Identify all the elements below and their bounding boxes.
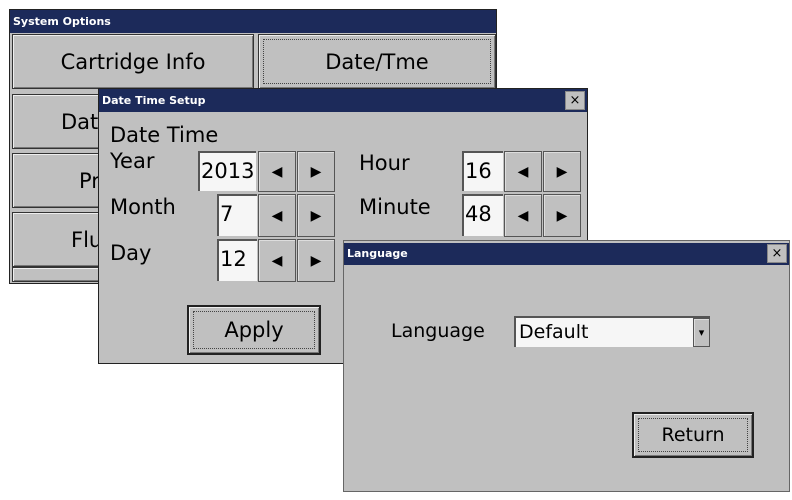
month-increment-button[interactable]: ▶ [297, 194, 335, 237]
day-decrement-button[interactable]: ◀ [258, 239, 296, 282]
minute-decrement-button[interactable]: ◀ [504, 194, 542, 237]
language-select[interactable]: Default ▾ [514, 316, 710, 347]
pr-button-label: Pr [79, 168, 100, 193]
minute-increment-button[interactable]: ▶ [543, 194, 581, 237]
system-options-title: System Options [10, 10, 496, 33]
language-selected-value: Default [519, 321, 589, 343]
year-decrement-button[interactable]: ◀ [258, 151, 296, 192]
chevron-down-icon[interactable]: ▾ [693, 318, 710, 347]
day-input[interactable]: 12 [217, 239, 257, 281]
language-title: Language × [344, 243, 789, 265]
month-input[interactable]: 7 [217, 194, 257, 236]
minute-input[interactable]: 48 [462, 194, 503, 236]
date-time-button[interactable]: Date/Tme [258, 34, 496, 89]
language-window: Language × Language Default ▾ Return [343, 240, 790, 492]
title-text: Date Time Setup [102, 94, 206, 107]
language-label: Language [391, 320, 485, 342]
date-time-setup-title: Date Time Setup × [99, 89, 587, 112]
year-increment-button[interactable]: ▶ [297, 151, 335, 192]
title-text: Language [347, 247, 408, 260]
year-input[interactable]: 2013 [198, 151, 256, 191]
hour-label: Hour [359, 151, 410, 175]
return-button[interactable]: Return [632, 412, 754, 458]
cartridge-info-button[interactable]: Cartridge Info [12, 34, 254, 89]
hour-increment-button[interactable]: ▶ [543, 151, 581, 192]
minute-label: Minute [359, 195, 431, 219]
close-icon[interactable]: × [767, 244, 787, 263]
month-decrement-button[interactable]: ◀ [258, 194, 296, 237]
date-time-heading: Date Time [110, 123, 219, 147]
year-label: Year [110, 149, 155, 173]
day-label: Day [110, 241, 152, 265]
hour-input[interactable]: 16 [462, 151, 503, 191]
apply-button[interactable]: Apply [187, 305, 321, 355]
hour-decrement-button[interactable]: ◀ [504, 151, 542, 192]
month-label: Month [110, 195, 176, 219]
close-icon[interactable]: × [565, 91, 585, 110]
day-increment-button[interactable]: ▶ [297, 239, 335, 282]
